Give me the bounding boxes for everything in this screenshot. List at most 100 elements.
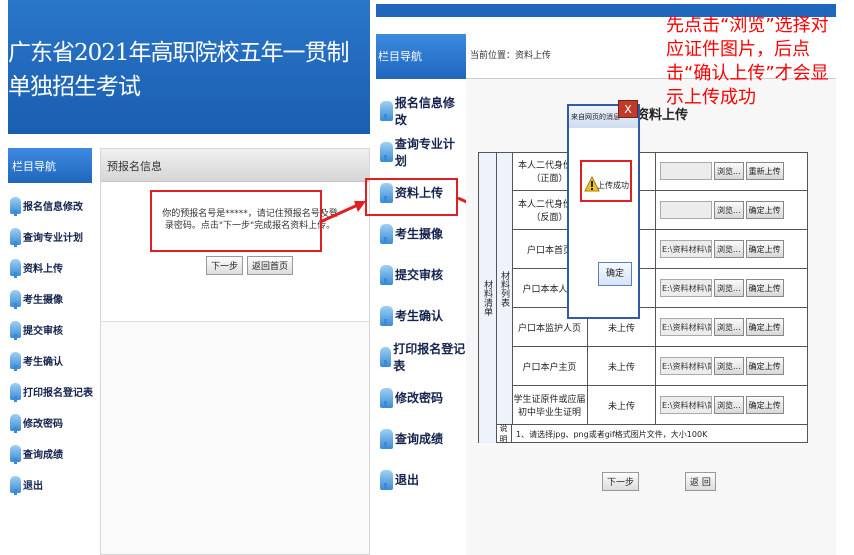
row-name: 户口本户主页 bbox=[512, 347, 588, 385]
sidebar-item-camera[interactable]: 考生摄像 bbox=[10, 283, 100, 314]
page-banner-title: 广东省2021年高职院校五年一贯制单独招生考试 bbox=[8, 0, 370, 134]
sidebar-item-label: 查询专业计划 bbox=[394, 136, 455, 168]
browse-button[interactable]: 浏览... bbox=[714, 240, 744, 258]
pin-icon bbox=[380, 428, 393, 449]
browse-button[interactable]: 浏览... bbox=[714, 162, 744, 180]
row-status: 未上传 bbox=[588, 347, 656, 385]
upload-button[interactable]: 确定上传 bbox=[745, 279, 784, 297]
sidebar-item-label: 报名信息修改 bbox=[23, 202, 83, 213]
upload-button[interactable]: 确定上传 bbox=[745, 396, 784, 414]
pin-icon bbox=[10, 197, 21, 216]
sidebar-item-print[interactable]: 打印报名登记表 bbox=[10, 376, 100, 407]
pin-icon bbox=[10, 290, 21, 309]
sidebar-item-scores[interactable]: 查询成绩 bbox=[380, 418, 466, 459]
instruction-note: 先点击“浏览”选择对应证件图片，后点击“确认上传”才会显示上传成功 bbox=[666, 15, 829, 108]
sidebar-item-label: 打印报名登记表 bbox=[23, 388, 93, 399]
sidebar-item-upload[interactable]: 资料上传 bbox=[10, 252, 100, 283]
sidebar-item-label: 考生确认 bbox=[395, 309, 444, 323]
sidebar-item-edit-info[interactable]: 报名信息修改 bbox=[380, 90, 466, 131]
table-row: 本人二代身份证（正面） 浏览... 重新上传 bbox=[512, 152, 808, 191]
close-icon[interactable]: X bbox=[618, 100, 638, 118]
sidebar-item-logout[interactable]: 退出 bbox=[10, 469, 100, 500]
sidebar-item-password[interactable]: 修改密码 bbox=[380, 377, 466, 418]
upload-button[interactable]: 确定上传 bbox=[745, 240, 784, 258]
highlight-box bbox=[580, 160, 632, 202]
browse-button[interactable]: 浏览... bbox=[714, 396, 744, 414]
row-upload: E:\资料材料\简章 2021浏览...确定上传 bbox=[656, 279, 784, 297]
browse-button[interactable]: 浏览... bbox=[714, 279, 744, 297]
sidebar-item-label: 资料上传 bbox=[23, 264, 63, 275]
browse-button[interactable]: 浏览... bbox=[714, 357, 744, 375]
panel-title: 预报名信息 bbox=[101, 149, 369, 182]
sidebar-item-label: 打印报名登记表 bbox=[393, 341, 466, 373]
row-upload: 浏览... 确定上传 bbox=[656, 201, 784, 219]
pin-icon bbox=[10, 414, 21, 433]
sidebar-item-print[interactable]: 打印报名登记表 bbox=[380, 336, 466, 377]
file-input[interactable]: E:\资料材料\简章 2021 bbox=[660, 279, 712, 297]
sidebar-item-label: 修改密码 bbox=[395, 391, 444, 405]
pin-icon bbox=[380, 141, 393, 162]
row-upload: E:\资料材料\简章 2021浏览...确定上传 bbox=[656, 357, 784, 375]
upload-button[interactable]: 确定上传 bbox=[745, 357, 784, 375]
upload-button[interactable]: 确定上传 bbox=[745, 318, 784, 336]
sidebar-item-submit[interactable]: 提交审核 bbox=[10, 314, 100, 345]
file-input[interactable]: E:\资料材料\简章 2021 bbox=[660, 396, 712, 414]
row-status: 未上传 bbox=[588, 386, 656, 424]
sidebar-item-submit[interactable]: 提交审核 bbox=[380, 254, 466, 295]
pin-icon bbox=[380, 264, 393, 285]
ok-button[interactable]: 确定 bbox=[598, 262, 632, 286]
sidebar-item-confirm[interactable]: 考生确认 bbox=[10, 345, 100, 376]
upload-button[interactable]: 重新上传 bbox=[745, 162, 784, 180]
group-label: 材料列表 bbox=[497, 153, 513, 425]
next-button[interactable]: 下一步 bbox=[602, 472, 640, 491]
sidebar-item-label: 查询成绩 bbox=[23, 450, 63, 461]
note-label: 说明 bbox=[496, 424, 512, 444]
sidebar-item-label: 提交审核 bbox=[395, 268, 444, 282]
sidebar-item-label: 考生摄像 bbox=[23, 295, 63, 306]
browse-button[interactable]: 浏览... bbox=[714, 318, 744, 336]
upload-button[interactable]: 确定上传 bbox=[745, 201, 784, 219]
row-upload: E:\资料材料\简章 2021浏览...确定上传 bbox=[656, 240, 784, 258]
sidebar-item-label: 提交审核 bbox=[23, 326, 63, 337]
browse-button[interactable]: 浏览... bbox=[714, 201, 744, 219]
file-input[interactable]: E:\资料材料\简章 2021 bbox=[660, 240, 712, 258]
file-input[interactable]: E:\资料材料\简章 2021 bbox=[660, 357, 712, 375]
pin-icon bbox=[10, 383, 21, 402]
sidebar-item-scores[interactable]: 查询成绩 bbox=[10, 438, 100, 469]
file-input[interactable] bbox=[660, 201, 712, 219]
nav-header: 栏目导航 bbox=[8, 148, 92, 183]
highlight-box bbox=[150, 190, 322, 252]
sidebar-item-label: 退出 bbox=[23, 481, 43, 492]
home-button[interactable]: 返回首页 bbox=[247, 256, 294, 275]
materials-rows: 本人二代身份证（正面） 浏览... 重新上传 本人二代身份证（反面） 浏览... 确… bbox=[512, 152, 808, 424]
right-sidebar-nav: 报名信息修改 查询专业计划 资料上传 考生摄像 提交审核 考生确认 打印报名登记… bbox=[380, 90, 466, 500]
sidebar-item-camera[interactable]: 考生摄像 bbox=[380, 213, 466, 254]
form-actions: 下一步 返 回 bbox=[602, 472, 716, 491]
sidebar-item-label: 考生摄像 bbox=[395, 227, 444, 241]
sidebar-item-edit-info[interactable]: 报名信息修改 bbox=[10, 190, 100, 221]
sidebar-item-plan[interactable]: 查询专业计划 bbox=[380, 131, 466, 172]
sidebar-item-logout[interactable]: 退出 bbox=[380, 459, 466, 500]
highlight-box bbox=[365, 178, 458, 216]
table-row: 学生证原件或应届初中毕业生证明 未上传 E:\资料材料\简章 2021浏览...… bbox=[512, 386, 808, 424]
note-text: 1、请选择jpg、png或者gif格式图片文件，大小100K bbox=[516, 429, 708, 439]
pin-icon bbox=[10, 476, 21, 495]
back-button[interactable]: 返 回 bbox=[685, 472, 716, 491]
pin-icon bbox=[10, 445, 21, 464]
file-input[interactable] bbox=[660, 162, 712, 180]
sidebar-item-password[interactable]: 修改密码 bbox=[10, 407, 100, 438]
row-upload: E:\资料材料\简章 2021浏览...确定上传 bbox=[656, 318, 784, 336]
pin-icon bbox=[380, 100, 393, 121]
table-row: 户口本户主页 未上传 E:\资料材料\简章 2021浏览...确定上传 bbox=[512, 347, 808, 386]
sidebar-item-label: 退出 bbox=[395, 473, 420, 487]
next-button[interactable]: 下一步 bbox=[206, 256, 244, 275]
pin-icon bbox=[380, 346, 392, 367]
pin-icon bbox=[10, 228, 21, 247]
sidebar-item-label: 查询专业计划 bbox=[23, 233, 83, 244]
sidebar-item-confirm[interactable]: 考生确认 bbox=[380, 295, 466, 336]
file-input[interactable]: E:\资料材料\简章 2021 bbox=[660, 318, 712, 336]
sidebar-item-plan[interactable]: 查询专业计划 bbox=[10, 221, 100, 252]
table-row: 户口本监护人页 未上传 E:\资料材料\简章 2021浏览...确定上传 bbox=[512, 308, 808, 347]
sidebar-item-label: 修改密码 bbox=[23, 419, 63, 430]
pin-icon bbox=[380, 305, 393, 326]
